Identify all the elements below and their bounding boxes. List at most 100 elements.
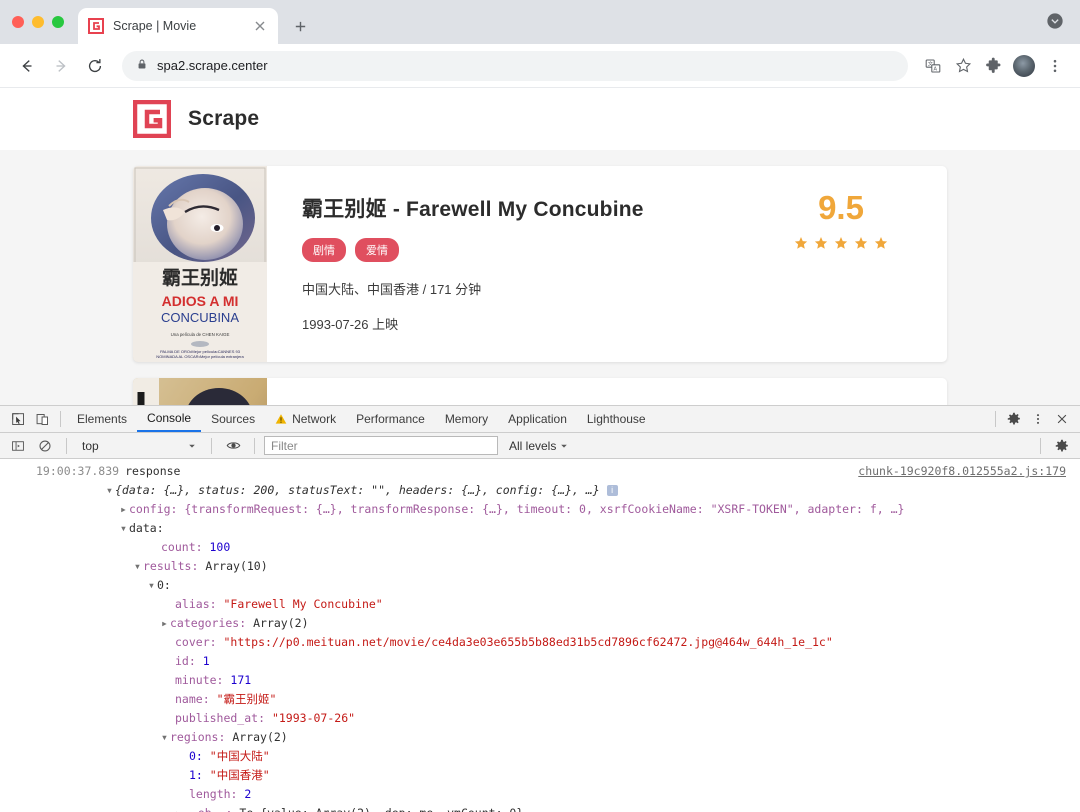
- movie-tag[interactable]: 剧情: [302, 238, 346, 262]
- info-badge-icon[interactable]: i: [606, 485, 618, 496]
- index-label: 0:: [157, 578, 171, 592]
- toolbar-divider: [1040, 437, 1041, 454]
- chevron-down-icon: [560, 439, 568, 453]
- live-expression-eye-icon[interactable]: [221, 434, 245, 458]
- console-id-row: id: 1: [0, 652, 1080, 671]
- movie-card[interactable]: 霸王别姬 ADIOS A MI CONCUBINA Una película d…: [133, 166, 947, 362]
- device-toolbar-icon[interactable]: [30, 407, 54, 431]
- browser-toolbar: spa2.scrape.center 文 A: [0, 44, 1080, 88]
- browser-tab[interactable]: Scrape | Movie: [78, 8, 278, 44]
- bookmark-star-icon[interactable]: [950, 53, 976, 79]
- console-data-row[interactable]: data:: [0, 519, 1080, 538]
- reload-icon[interactable]: [80, 51, 110, 81]
- close-icon[interactable]: [252, 18, 268, 34]
- devtools-tab-performance[interactable]: Performance: [346, 406, 435, 432]
- id-key: id:: [175, 654, 196, 668]
- close-window-button[interactable]: [12, 16, 24, 28]
- console-config-row[interactable]: config: {transformRequest: {…}, transfor…: [0, 500, 1080, 519]
- star-icon: [794, 237, 808, 249]
- back-arrow-icon[interactable]: [12, 51, 42, 81]
- log-timestamp: 19:00:37.839: [36, 464, 120, 478]
- devtools-tab-elements[interactable]: Elements: [67, 406, 137, 432]
- movie-poster[interactable]: [133, 378, 267, 405]
- maximize-window-button[interactable]: [52, 16, 64, 28]
- console-settings-icon[interactable]: [1050, 434, 1074, 458]
- settings-gear-icon[interactable]: [1002, 407, 1026, 431]
- minimize-window-button[interactable]: [32, 16, 44, 28]
- translate-icon[interactable]: 文 A: [920, 53, 946, 79]
- toolbar-divider: [995, 411, 996, 427]
- console-output[interactable]: 19:00:37.839 response chunk-19c920f8.01255…: [0, 459, 1080, 812]
- console-alias-row: alias: "Farewell My Concubine": [0, 595, 1080, 614]
- devtools-tab-sources[interactable]: Sources: [201, 406, 265, 432]
- scrape-logo-icon[interactable]: [132, 99, 172, 139]
- region-value: "中国大陆": [209, 749, 270, 763]
- name-value: "霸王别姬": [216, 692, 277, 706]
- results-value: Array(10): [205, 559, 268, 573]
- console-region-item: 0: "中国大陆": [0, 747, 1080, 766]
- disclosure-triangle-icon[interactable]: [148, 576, 157, 595]
- console-index-row[interactable]: 0:: [0, 576, 1080, 595]
- extensions-puzzle-icon[interactable]: [980, 53, 1006, 79]
- disclosure-triangle-icon[interactable]: [120, 500, 129, 519]
- console-ob-row[interactable]: __ob__: Te {value: Array(2), dep: me, vm…: [0, 804, 1080, 812]
- console-cover-row: cover: "https://p0.meituan.net/movie/ce4…: [0, 633, 1080, 652]
- svg-text:Una película de CHEN KAIGE: Una película de CHEN KAIGE: [171, 332, 230, 337]
- site-header: Scrape: [0, 88, 1080, 150]
- disclosure-triangle-icon[interactable]: [134, 557, 143, 576]
- inspect-element-icon[interactable]: [6, 407, 30, 431]
- movie-card[interactable]: 这个杀手不太冷 - Léon 9.5: [133, 378, 947, 405]
- star-icon: [834, 237, 848, 249]
- console-categories-row[interactable]: categories: Array(2): [0, 614, 1080, 633]
- devtools-close-icon[interactable]: [1050, 407, 1074, 431]
- console-object-summary[interactable]: {data: {…}, status: 200, statusText: "",…: [0, 481, 1080, 500]
- devtools-more-icon[interactable]: [1026, 407, 1050, 431]
- devtools-tab-network[interactable]: Network: [265, 406, 346, 432]
- log-source-link[interactable]: chunk-19c920f8.012555a2.js:179: [858, 462, 1066, 481]
- toolbar-divider: [254, 437, 255, 454]
- devtools-tab-lighthouse[interactable]: Lighthouse: [577, 406, 656, 432]
- console-length-row: length: 2: [0, 785, 1080, 804]
- devtools-tab-network-label: Network: [292, 412, 337, 426]
- toolbar-divider: [66, 437, 67, 454]
- disclosure-triangle-icon[interactable]: [106, 481, 115, 500]
- devtools-tab-application[interactable]: Application: [498, 406, 577, 432]
- movie-star-rating: [781, 236, 901, 250]
- star-icon: [874, 237, 888, 249]
- profile-avatar[interactable]: [1013, 54, 1035, 77]
- site-logo-text: Scrape: [188, 107, 260, 130]
- console-results-row[interactable]: results: Array(10): [0, 557, 1080, 576]
- console-name-row: name: "霸王别姬": [0, 690, 1080, 709]
- console-filterbar: top Filter All levels: [0, 433, 1080, 459]
- count-key: count:: [161, 540, 203, 554]
- star-icon: [854, 237, 868, 249]
- minute-key: minute:: [175, 673, 224, 687]
- console-sidebar-icon[interactable]: [6, 434, 30, 458]
- disclosure-triangle-icon[interactable]: [175, 804, 184, 812]
- minute-value: 171: [230, 673, 252, 687]
- disclosure-triangle-icon[interactable]: [161, 614, 170, 633]
- console-log-entry[interactable]: 19:00:37.839 response chunk-19c920f8.01255…: [0, 462, 1080, 481]
- address-bar[interactable]: spa2.scrape.center: [122, 50, 908, 81]
- log-label: response: [125, 464, 181, 478]
- disclosure-triangle-icon[interactable]: [161, 728, 170, 747]
- console-regions-row[interactable]: regions: Array(2): [0, 728, 1080, 747]
- devtools-tab-memory[interactable]: Memory: [435, 406, 498, 432]
- window-menu-icon[interactable]: [1046, 12, 1066, 32]
- devtools-tab-console[interactable]: Console: [137, 406, 202, 432]
- results-key: results:: [143, 559, 199, 573]
- star-icon: [814, 237, 828, 249]
- scrape-logo-icon: [88, 18, 104, 34]
- clear-console-icon[interactable]: [33, 434, 57, 458]
- forward-arrow-icon[interactable]: [46, 51, 76, 81]
- movie-score-box: 9.5: [781, 401, 901, 405]
- movie-poster[interactable]: 霸王别姬 ADIOS A MI CONCUBINA Una película d…: [133, 166, 267, 362]
- new-tab-icon[interactable]: [286, 12, 314, 40]
- disclosure-triangle-icon[interactable]: [120, 519, 129, 538]
- movie-tag[interactable]: 爱情: [355, 238, 399, 262]
- console-context-select[interactable]: top: [76, 436, 202, 455]
- console-log-level-select[interactable]: All levels: [501, 439, 576, 453]
- console-region-item: 1: "中国香港": [0, 766, 1080, 785]
- chrome-menu-icon[interactable]: [1042, 53, 1068, 79]
- console-filter-input[interactable]: Filter: [264, 436, 498, 455]
